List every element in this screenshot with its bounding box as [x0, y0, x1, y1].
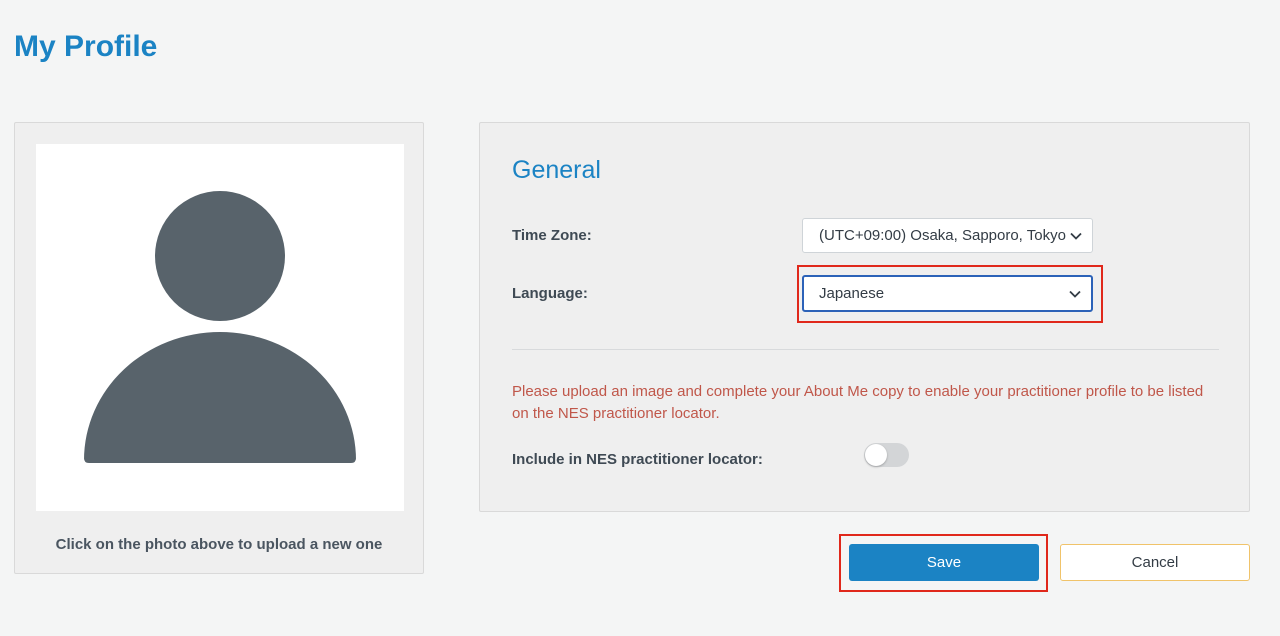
section-divider: [512, 349, 1219, 350]
profile-photo-upload[interactable]: [36, 144, 404, 511]
locator-warning-message: Please upload an image and complete your…: [512, 383, 1204, 422]
language-label: Language:: [512, 285, 588, 302]
language-value: Japanese: [819, 285, 885, 302]
time-zone-select[interactable]: (UTC+09:00) Osaka, Sapporo, Tokyo: [802, 218, 1093, 253]
page-title: My Profile: [14, 30, 158, 63]
language-select[interactable]: Japanese: [802, 275, 1093, 312]
section-title-general: General: [512, 156, 601, 184]
photo-caption: Click on the photo above to upload a new…: [55, 536, 383, 553]
general-settings-panel: General Time Zone: (UTC+09:00) Osaka, Sa…: [479, 122, 1250, 512]
locator-toggle[interactable]: [864, 443, 909, 467]
time-zone-label: Time Zone:: [512, 227, 592, 244]
chevron-down-icon: [1070, 232, 1082, 240]
cancel-button[interactable]: Cancel: [1060, 544, 1250, 581]
toggle-knob: [865, 444, 887, 466]
photo-panel: Click on the photo above to upload a new…: [14, 122, 424, 574]
chevron-down-icon: [1069, 290, 1081, 298]
locator-label: Include in NES practitioner locator:: [512, 451, 763, 468]
save-button[interactable]: Save: [849, 544, 1039, 581]
user-avatar-placeholder-icon: [84, 191, 356, 463]
time-zone-value: (UTC+09:00) Osaka, Sapporo, Tokyo: [819, 227, 1066, 244]
